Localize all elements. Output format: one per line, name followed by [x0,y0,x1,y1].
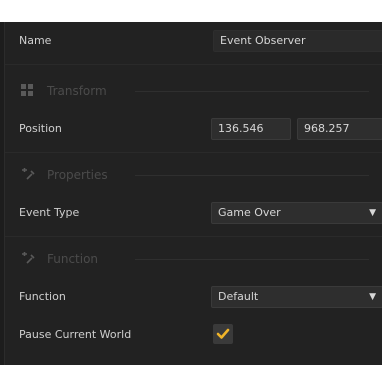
function-section-header[interactable]: Function [15,244,379,274]
position-y-input[interactable]: 968.257 [297,118,382,140]
divider [5,64,382,65]
pause-row: Pause Current World [5,316,382,354]
function-icon [21,252,35,266]
event-type-value: Game Over [218,206,281,219]
pause-label: Pause Current World [19,328,132,341]
event-type-dropdown[interactable]: Game Over ▼ [211,202,382,224]
transform-section-header[interactable]: Transform [15,76,379,106]
event-type-label: Event Type [19,206,80,219]
function-row: Function Default ▼ [5,278,382,316]
properties-section-header[interactable]: Properties [15,160,379,190]
function-section-title: Function [47,252,99,266]
position-row: Position 136.546 968.257 [5,110,382,148]
function-label: Function [19,290,66,303]
top-title-strip [0,0,382,22]
inspector-panel: Name Event Observer Transform Position 1… [4,22,382,365]
name-row: Name Event Observer [5,22,382,60]
section-rule [135,175,369,176]
event-type-row: Event Type Game Over ▼ [5,194,382,232]
name-input[interactable]: Event Observer [213,30,382,52]
properties-section-title: Properties [47,168,108,182]
chevron-down-icon: ▼ [369,208,376,218]
wrench-icon [21,168,35,182]
position-label: Position [19,122,62,135]
divider [5,236,382,237]
transform-section-title: Transform [47,84,107,98]
check-icon [216,328,230,339]
chevron-down-icon: ▼ [369,292,376,302]
section-rule [135,259,369,260]
grid-icon [21,84,35,98]
function-value: Default [218,290,259,303]
function-dropdown[interactable]: Default ▼ [211,286,382,308]
pause-checkbox[interactable] [213,324,233,344]
divider [5,152,382,153]
position-x-input[interactable]: 136.546 [211,118,291,140]
name-label: Name [19,34,52,47]
section-rule [135,91,369,92]
